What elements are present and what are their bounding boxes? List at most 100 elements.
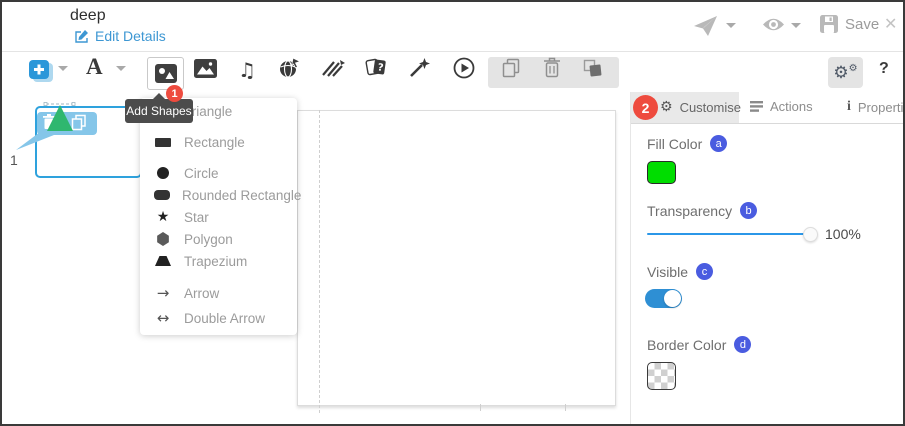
fill-color-row: Fill Color a [647, 135, 727, 152]
quiz-cards-icon: ? [365, 57, 388, 78]
visible-toggle[interactable] [645, 289, 682, 308]
ruler-tick [480, 404, 481, 411]
save-label: Save [845, 16, 879, 33]
save-button[interactable]: Save [820, 15, 879, 33]
toolbar: A ♫ ? [2, 52, 903, 92]
transparency-slider-handle[interactable] [803, 227, 818, 242]
scribble-icon [322, 59, 345, 77]
magic-wand-icon [409, 58, 430, 78]
settings-button[interactable]: ⚙⚙ [828, 57, 863, 88]
image-tool-button[interactable] [194, 59, 217, 78]
eye-icon [762, 17, 785, 32]
editor-window: deep Edit Details Save ✕ [0, 0, 905, 426]
paper-plane-icon [694, 16, 718, 37]
duplicate-icon [501, 58, 521, 78]
border-color-swatch[interactable] [647, 362, 676, 390]
close-icon[interactable]: ✕ [884, 14, 897, 33]
help-button[interactable]: ? [879, 60, 889, 78]
tab-row-divider [631, 123, 903, 124]
gear-icon: ⚙⚙ [833, 63, 857, 83]
shapes-icon [155, 64, 177, 83]
edit-details-label: Edit Details [95, 28, 166, 44]
quiz-tool-button[interactable]: ? [365, 57, 388, 78]
step-badge-2: 2 [633, 95, 658, 120]
transparency-value: 100% [825, 226, 861, 242]
menu-item-star[interactable]: ★ Star [140, 206, 297, 228]
annotation-badge-d: d [734, 336, 751, 353]
add-element-button[interactable] [28, 60, 54, 84]
chevron-down-icon [116, 66, 126, 71]
star-icon: ★ [154, 210, 172, 224]
transparency-label: Transparency [647, 203, 732, 219]
image-icon [194, 59, 217, 78]
trash-icon [543, 57, 561, 78]
tab-properties[interactable]: i Properties [847, 99, 905, 115]
circle-icon [154, 167, 172, 179]
menu-item-polygon[interactable]: Polygon [140, 228, 297, 250]
visible-label: Visible [647, 264, 688, 280]
guide-line [319, 110, 320, 413]
add-slide-icon [28, 60, 54, 84]
menu-item-rectangle[interactable]: Rectangle [140, 131, 297, 153]
tab-customise[interactable]: ⚙ Customise [660, 99, 741, 115]
border-color-row: Border Color d [647, 336, 751, 353]
rounded-rectangle-icon [154, 190, 170, 200]
preview-button[interactable] [762, 17, 785, 32]
double-arrow-icon: ↔ [154, 311, 172, 326]
chevron-down-icon [726, 23, 736, 28]
edit-pencil-icon [74, 29, 89, 44]
annotation-badge-b: b [740, 202, 757, 219]
tab-actions[interactable]: Actions [750, 99, 813, 114]
floppy-disk-icon [820, 15, 838, 33]
slide-action-bubble [10, 100, 104, 158]
menu-item-double-arrow[interactable]: ↔ Double Arrow [140, 307, 297, 329]
edit-details-link[interactable]: Edit Details [74, 28, 166, 44]
ruler-tick [565, 404, 566, 411]
preview-dropdown-caret[interactable] [791, 23, 801, 28]
transparency-row: Transparency b [647, 202, 757, 219]
rectangle-icon [154, 138, 172, 147]
menu-item-rounded-rectangle[interactable]: Rounded Rectangle [140, 184, 297, 206]
shapes-dropdown-menu: Triangle Rectangle Circle Rounded Rectan… [140, 98, 297, 335]
panel-divider [630, 92, 631, 424]
fill-color-label: Fill Color [647, 136, 702, 152]
info-icon: i [847, 99, 851, 115]
trapezium-icon [154, 256, 172, 266]
scribble-tool-button[interactable] [322, 59, 345, 77]
delete-button[interactable] [543, 57, 561, 78]
chevron-down-icon [58, 66, 68, 71]
list-icon [750, 101, 763, 112]
toggle-knob [664, 290, 681, 307]
preview-play-button[interactable] [453, 57, 475, 79]
audio-tool-button[interactable]: ♫ [238, 58, 256, 82]
arrange-button[interactable] [582, 58, 603, 78]
header: deep Edit Details Save ✕ [2, 2, 903, 52]
text-tool-button[interactable]: A [86, 54, 103, 80]
polygon-icon [154, 232, 172, 246]
fill-color-swatch[interactable] [647, 161, 676, 184]
transparency-slider[interactable] [647, 233, 814, 235]
duplicate-button[interactable] [501, 58, 521, 78]
magic-wand-tool-button[interactable] [409, 58, 430, 78]
ball-pointer-icon [279, 58, 301, 79]
project-title: deep [70, 7, 106, 25]
text-tool-caret[interactable] [116, 66, 126, 71]
annotation-badge-a: a [710, 135, 727, 152]
slide-canvas[interactable] [297, 110, 616, 406]
menu-item-trapezium[interactable]: Trapezium [140, 250, 297, 272]
play-icon [453, 57, 475, 79]
border-color-label: Border Color [647, 337, 726, 353]
publish-dropdown-caret[interactable] [726, 23, 736, 28]
add-shapes-tooltip: Add Shapes [125, 99, 193, 123]
arrange-layers-icon [582, 58, 603, 78]
publish-button[interactable] [694, 16, 718, 37]
visible-row: Visible c [647, 263, 713, 280]
step-badge-1: 1 [166, 85, 183, 102]
add-element-caret[interactable] [58, 66, 68, 71]
gear-icon: ⚙ [660, 99, 673, 115]
menu-item-arrow[interactable]: → Arrow [140, 282, 297, 304]
interactive-tool-button[interactable] [279, 58, 301, 79]
arrow-icon: → [154, 286, 172, 301]
chevron-down-icon [791, 23, 801, 28]
menu-item-circle[interactable]: Circle [140, 162, 297, 184]
